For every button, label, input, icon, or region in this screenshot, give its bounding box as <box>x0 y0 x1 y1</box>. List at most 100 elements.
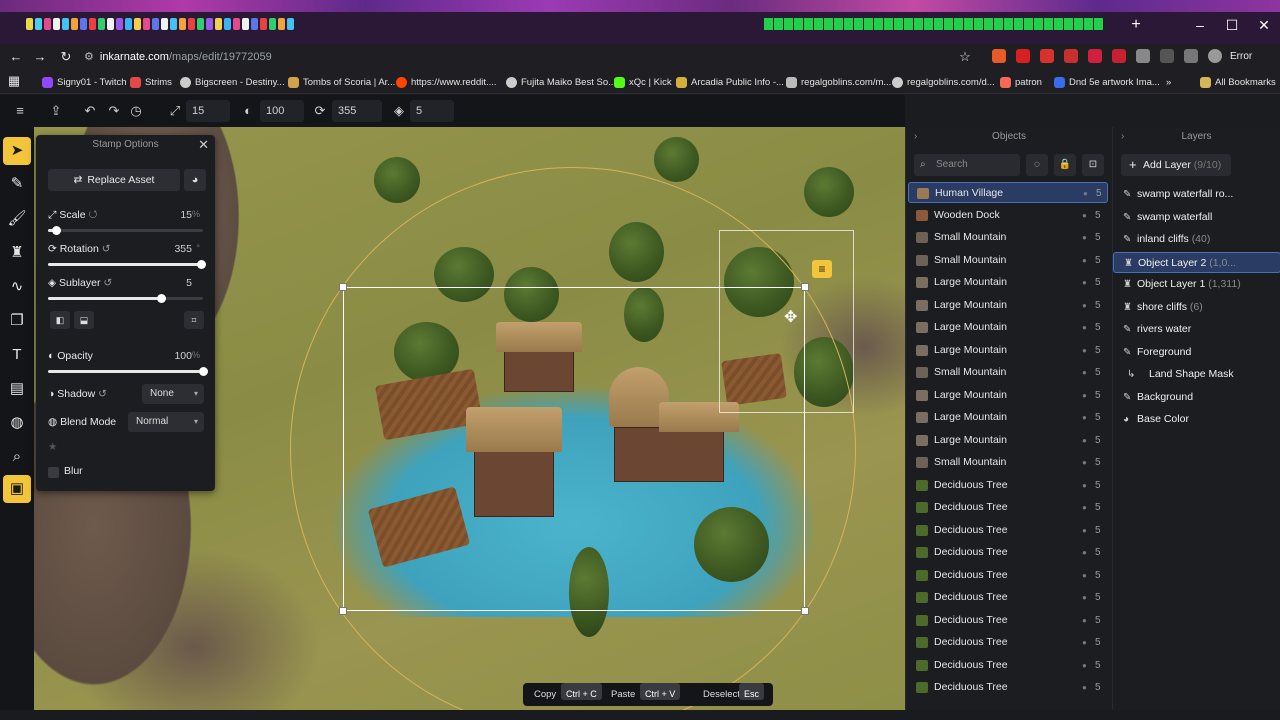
resize-handle[interactable] <box>339 283 347 291</box>
tab-group-bar[interactable] <box>764 18 1104 30</box>
reset-icon[interactable]: ↺ <box>103 277 112 289</box>
layer-row[interactable]: ✎ Foreground <box>1113 342 1280 363</box>
layer-row[interactable]: ✎ rivers water <box>1113 319 1280 340</box>
flip-horizontal-icon[interactable]: ◧ <box>50 311 70 329</box>
object-row[interactable]: Large Mountain ● 5 <box>908 340 1108 361</box>
toolbar-sublayer-field[interactable]: 5 <box>410 100 454 122</box>
layer-row[interactable]: ✎ swamp waterfall ro... <box>1113 184 1280 205</box>
reset-icon[interactable]: ↺ <box>89 209 98 221</box>
selection-bounding-box[interactable] <box>343 287 805 611</box>
bookmark-item[interactable]: Dnd 5e artwork Ima... <box>1054 74 1160 90</box>
flip-vertical-icon[interactable]: ⬓ <box>74 311 94 329</box>
save-icon[interactable]: ▣ <box>3 475 31 503</box>
search-input[interactable]: ⌕ Search <box>914 154 1020 176</box>
layer-row[interactable]: ◕ Base Color <box>1113 409 1280 430</box>
notes-tool-icon[interactable]: ▤ <box>3 375 31 403</box>
object-row[interactable]: Small Mountain ● 5 <box>908 362 1108 383</box>
toolbar-rotation-field[interactable]: 355 <box>332 100 382 122</box>
url-field[interactable]: ⚙ inkarnate.com/maps/edit/19772059 <box>84 47 984 67</box>
resize-handle[interactable] <box>801 607 809 615</box>
reset-icon[interactable]: ↺ <box>98 388 107 400</box>
sublayer-slider[interactable] <box>48 294 203 303</box>
visibility-icon[interactable]: ● <box>1082 295 1087 316</box>
visibility-icon[interactable]: ● <box>1082 362 1087 383</box>
object-row[interactable]: Deciduous Tree ● 5 <box>908 542 1108 563</box>
back-icon[interactable]: ← <box>6 48 26 66</box>
object-row[interactable]: Deciduous Tree ● 5 <box>908 565 1108 586</box>
visibility-icon[interactable]: ● <box>1083 183 1088 204</box>
visibility-icon[interactable]: ● <box>1082 565 1087 586</box>
object-row[interactable]: Human Village ● 5 <box>908 182 1108 203</box>
object-row[interactable]: Deciduous Tree ● 5 <box>908 520 1108 541</box>
bookmarks-overflow-icon[interactable]: » <box>1166 74 1171 90</box>
redo-icon[interactable]: ↷ <box>106 103 122 119</box>
menu-icon[interactable]: ≡ <box>12 103 28 119</box>
zoom-tool-icon[interactable]: ⌕ <box>3 443 31 471</box>
text-tool-icon[interactable]: T <box>3 341 31 369</box>
scale-value[interactable]: 15 <box>180 209 192 221</box>
object-row[interactable]: Deciduous Tree ● 5 <box>908 655 1108 676</box>
sublayer-value[interactable]: 5 <box>186 277 192 289</box>
bookmark-item[interactable]: regalgoblins.com/m... <box>786 74 891 90</box>
resize-handle[interactable] <box>339 607 347 615</box>
globe-tool-icon[interactable]: ◍ <box>3 409 31 437</box>
chevron-right-icon[interactable]: › <box>1121 127 1124 147</box>
reset-icon[interactable]: ↺ <box>102 243 111 255</box>
visibility-icon[interactable]: ● <box>1082 520 1087 541</box>
slider-knob[interactable] <box>199 367 208 376</box>
visibility-icon[interactable]: ● <box>1082 587 1087 608</box>
bookmark-item[interactable]: xQc | Kick <box>614 74 672 90</box>
opacity-slider[interactable] <box>48 367 208 376</box>
close-icon[interactable]: ✕ <box>198 137 209 153</box>
slider-knob[interactable] <box>196 260 206 269</box>
bookmark-item[interactable]: https://www.reddit.... <box>396 74 497 90</box>
replace-asset-button[interactable]: ⇄ Replace Asset <box>48 169 180 191</box>
visibility-icon[interactable]: ● <box>1082 677 1087 698</box>
visibility-icon[interactable]: ● <box>1082 497 1087 518</box>
visibility-icon[interactable]: ● <box>1082 542 1087 563</box>
object-row[interactable]: Small Mountain ● 5 <box>908 452 1108 473</box>
object-row[interactable]: Deciduous Tree ● 5 <box>908 677 1108 698</box>
hide-icon[interactable]: ◌ <box>1026 154 1048 176</box>
chevron-right-icon[interactable]: › <box>914 127 917 147</box>
bookmark-item[interactable]: Signy01 - Twitch <box>42 74 127 90</box>
shape-tool-icon[interactable]: ❐ <box>3 307 31 335</box>
visibility-icon[interactable]: ● <box>1082 250 1087 271</box>
object-row[interactable]: Deciduous Tree ● 5 <box>908 587 1108 608</box>
object-row[interactable]: Large Mountain ● 5 <box>908 295 1108 316</box>
bookmark-item[interactable]: Strims <box>130 74 172 90</box>
crop-icon[interactable]: ⌗ <box>184 311 204 329</box>
shadow-select[interactable]: None ▾ <box>142 384 204 404</box>
lock-icon[interactable]: 🔒 <box>1054 154 1076 176</box>
history-icon[interactable]: ◷ <box>128 103 144 119</box>
layer-row[interactable]: ♜ shore cliffs (6) <box>1113 297 1280 318</box>
layer-row[interactable]: ♜ Object Layer 1 (1,311) <box>1113 274 1280 295</box>
forward-icon[interactable]: → <box>30 48 50 66</box>
rotation-slider[interactable] <box>48 260 206 269</box>
object-row[interactable]: Deciduous Tree ● 5 <box>908 610 1108 631</box>
scale-slider[interactable] <box>48 226 203 235</box>
bookmark-item[interactable]: Tombs of Scoria | Ar... <box>288 74 395 90</box>
slider-knob[interactable] <box>157 294 167 303</box>
object-row[interactable]: Small Mountain ● 5 <box>908 227 1108 248</box>
select-tool-icon[interactable]: ➤ <box>3 137 31 165</box>
site-info-icon[interactable]: ⚙ <box>84 51 94 63</box>
object-row[interactable]: Large Mountain ● 5 <box>908 430 1108 451</box>
export-icon[interactable]: ⇪ <box>48 103 64 119</box>
blend-mode-select[interactable]: Normal ▾ <box>128 412 204 432</box>
object-row[interactable]: Wooden Dock ● 5 <box>908 205 1108 226</box>
pinned-tabs[interactable] <box>26 18 294 34</box>
layer-row[interactable]: ✎ swamp waterfall <box>1113 207 1280 228</box>
bookmark-item[interactable]: Bigscreen - Destiny... <box>180 74 285 90</box>
bookmark-item[interactable]: Fujita Maiko Best So... <box>506 74 616 90</box>
visibility-icon[interactable]: ● <box>1082 340 1087 361</box>
visibility-icon[interactable]: ● <box>1082 272 1087 293</box>
profile-error[interactable]: Error <box>1230 48 1252 66</box>
slider-knob[interactable] <box>51 226 61 235</box>
visibility-icon[interactable]: ● <box>1082 385 1087 406</box>
object-row[interactable]: Deciduous Tree ● 5 <box>908 475 1108 496</box>
layer-row[interactable]: ✎ inland cliffs (40) <box>1113 229 1280 250</box>
close-window-icon[interactable]: ✕ <box>1244 14 1280 36</box>
object-row[interactable]: Large Mountain ● 5 <box>908 272 1108 293</box>
visibility-icon[interactable]: ● <box>1082 610 1087 631</box>
